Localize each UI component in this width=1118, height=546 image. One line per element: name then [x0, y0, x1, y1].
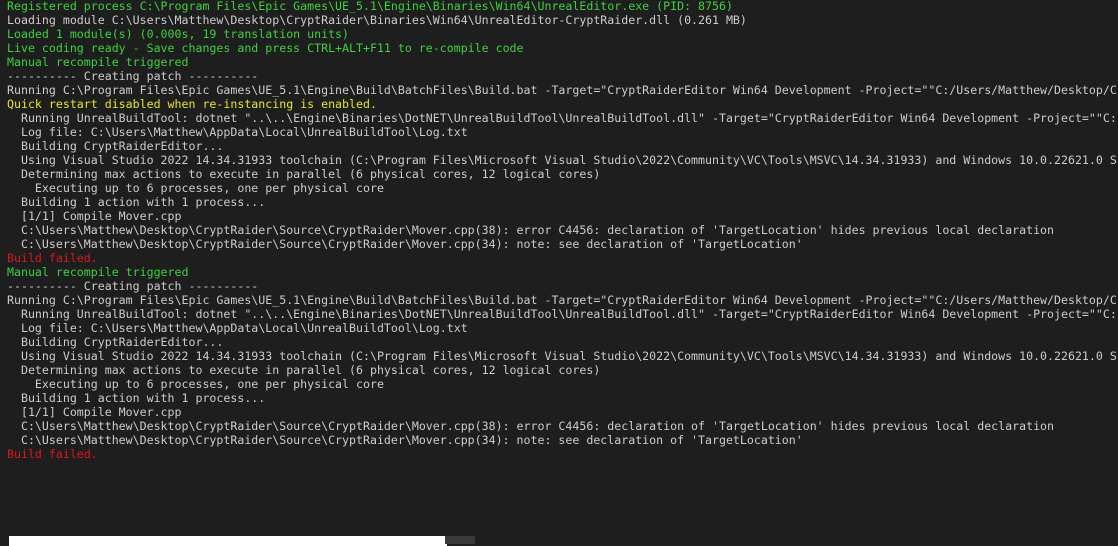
- log-line: Using Visual Studio 2022 14.34.31933 too…: [7, 153, 1117, 167]
- log-line: Building CryptRaiderEditor...: [7, 335, 224, 349]
- log-line: Building 1 action with 1 process...: [7, 195, 266, 209]
- log-line: C:\Users\Matthew\Desktop\CryptRaider\Sou…: [7, 223, 1055, 237]
- log-line: ---------- Creating patch ----------: [7, 69, 259, 83]
- log-line: Determining max actions to execute in pa…: [7, 363, 601, 377]
- log-line: Determining max actions to execute in pa…: [7, 167, 601, 181]
- log-line: Manual recompile triggered: [7, 265, 189, 279]
- log-line: Loading module C:\Users\Matthew\Desktop\…: [7, 13, 747, 27]
- log-line-error: Build failed.: [7, 447, 98, 461]
- console-output: Registered process C:\Program Files\Epic…: [7, 0, 1118, 461]
- log-line-warning: Quick restart disabled when re-instancin…: [7, 97, 377, 111]
- log-line: Using Visual Studio 2022 14.34.31933 too…: [7, 349, 1117, 363]
- log-line: Loaded 1 module(s) (0.000s, 19 translati…: [7, 27, 350, 41]
- log-line: Executing up to 6 processes, one per phy…: [7, 181, 384, 195]
- log-line: Building 1 action with 1 process...: [7, 391, 266, 405]
- log-line-error: Build failed.: [7, 251, 98, 265]
- log-line: Running C:\Program Files\Epic Games\UE_5…: [7, 293, 1117, 307]
- command-input-side-button[interactable]: [445, 536, 475, 544]
- log-line: Building CryptRaiderEditor...: [7, 139, 224, 153]
- log-line: Log file: C:\Users\Matthew\AppData\Local…: [7, 321, 468, 335]
- log-line: C:\Users\Matthew\Desktop\CryptRaider\Sou…: [7, 433, 803, 447]
- log-line: Executing up to 6 processes, one per phy…: [7, 377, 384, 391]
- log-line: Running UnrealBuildTool: dotnet "..\..\E…: [7, 307, 1117, 321]
- log-line: Live coding ready - Save changes and pre…: [7, 41, 524, 55]
- log-line: [1/1] Compile Mover.cpp: [7, 405, 182, 419]
- log-line: Log file: C:\Users\Matthew\AppData\Local…: [7, 125, 468, 139]
- log-line: C:\Users\Matthew\Desktop\CryptRaider\Sou…: [7, 237, 803, 251]
- log-line: Running UnrealBuildTool: dotnet "..\..\E…: [7, 111, 1117, 125]
- command-input[interactable]: [9, 536, 447, 546]
- log-line: [1/1] Compile Mover.cpp: [7, 209, 182, 223]
- log-line: Manual recompile triggered: [7, 55, 189, 69]
- log-line: ---------- Creating patch ----------: [7, 279, 259, 293]
- log-line: C:\Users\Matthew\Desktop\CryptRaider\Sou…: [7, 419, 1055, 433]
- log-line: Running C:\Program Files\Epic Games\UE_5…: [7, 83, 1117, 97]
- log-line: Registered process C:\Program Files\Epic…: [7, 0, 733, 13]
